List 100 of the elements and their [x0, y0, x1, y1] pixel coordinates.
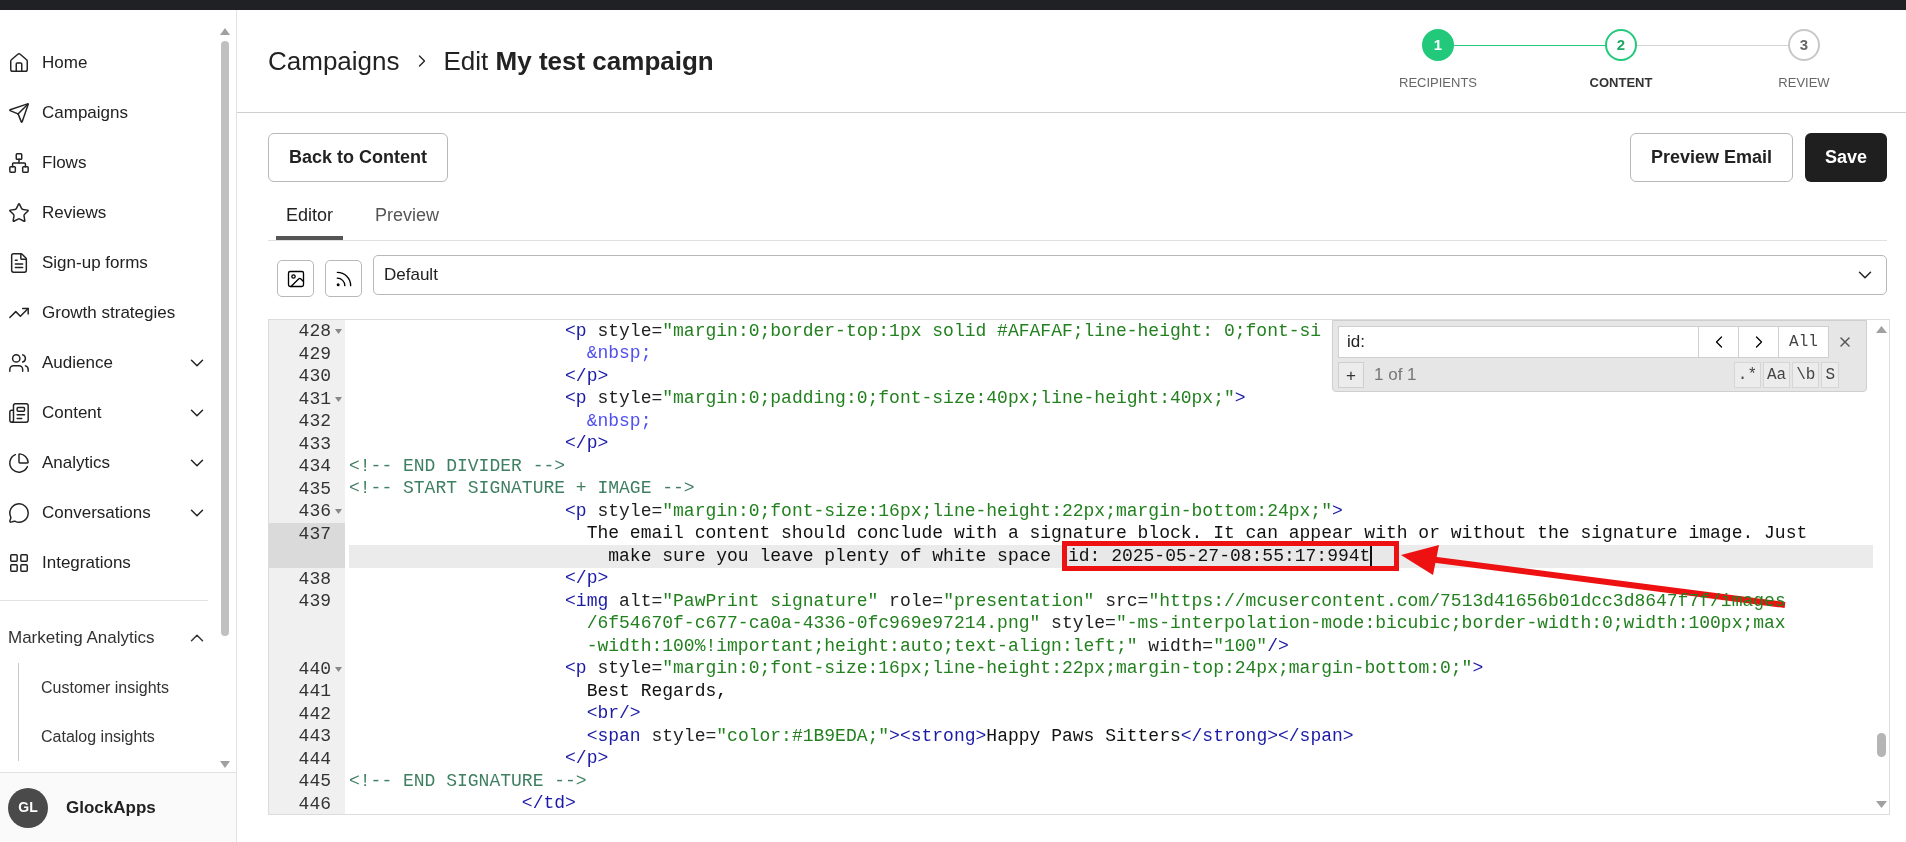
sidebar-subitem[interactable]: Customer insights: [19, 663, 218, 712]
scroll-up-icon[interactable]: [1875, 326, 1887, 333]
preview-email-button[interactable]: Preview Email: [1629, 133, 1793, 182]
sidebar-item[interactable]: Reviews: [0, 188, 218, 238]
sidebar-item[interactable]: Flows: [0, 138, 218, 188]
editor-tab[interactable]: Editor: [276, 202, 344, 240]
code-line: </p>: [564, 567, 609, 591]
image-button[interactable]: [277, 260, 314, 297]
line-number: 435: [297, 477, 331, 500]
pie-chart-icon: [8, 452, 30, 474]
flow-chart-icon: [8, 152, 30, 174]
code-line: </p>: [564, 364, 609, 388]
people-icon: [8, 352, 30, 374]
breadcrumb-link[interactable]: Campaigns: [268, 41, 400, 81]
feed-button[interactable]: [325, 260, 362, 297]
line-number: 438: [297, 567, 331, 590]
code-line: <!-- END DIVIDER -->: [349, 454, 566, 478]
code-line: <!-- START SIGNATURE + IMAGE -->: [349, 477, 695, 501]
chat-icon: [8, 502, 30, 524]
line-number: 437: [297, 522, 331, 545]
form-icon: [8, 252, 30, 274]
editor-tab[interactable]: Preview: [365, 202, 450, 240]
page-title: Edit My test campaign: [443, 44, 714, 78]
code-line: </p>: [564, 432, 609, 456]
image-icon: [285, 268, 306, 289]
line-number: 444: [297, 747, 331, 770]
sidebar-item[interactable]: Conversations: [0, 488, 218, 538]
fold-icon[interactable]: [335, 329, 342, 334]
code-line: </p>: [564, 747, 609, 771]
line-number: 442: [297, 702, 331, 725]
code-line: <span style="color:#1B9EDA;"><strong>Happy Paws Sitters</strong></span>: [585, 724, 1354, 748]
scroll-up-icon[interactable]: [220, 28, 230, 35]
search-option-button[interactable]: \b: [1792, 362, 1820, 388]
sidebar-item[interactable]: Home: [0, 38, 218, 88]
find-field[interactable]: id: All: [1338, 326, 1829, 358]
step-label: CONTENT: [1589, 74, 1653, 93]
sidebar-item[interactable]: Integrations: [0, 538, 218, 588]
line-number: 436: [297, 500, 331, 523]
code-line: <p style="margin:0;padding:0;font-size:40px;line-height:40px;">: [564, 387, 1246, 411]
code-line: </td>: [520, 792, 576, 814]
sidebar-subitem[interactable]: Catalog insights: [19, 712, 218, 761]
send-icon: [8, 102, 30, 124]
add-button[interactable]: +: [1338, 362, 1364, 388]
line-number: 440: [297, 657, 331, 680]
code-line: &nbsp;: [585, 409, 652, 433]
line-number: 429: [297, 342, 331, 365]
grid-icon: [8, 552, 30, 574]
line-number: 430: [297, 365, 331, 388]
scroll-down-icon[interactable]: [1875, 801, 1887, 808]
line-number: 432: [297, 410, 331, 433]
close-icon[interactable]: [1837, 334, 1853, 350]
home-icon: [8, 52, 30, 74]
search-match-text: id: 2025-05-27-08:55:17:994t: [1067, 544, 1371, 568]
code-line: Best Regards,: [585, 679, 728, 703]
scrollbar-thumb[interactable]: [1876, 733, 1886, 757]
code-line: /6f54670f-c677-ca0a-4336-0fc969e97214.png" style="-ms-interpolation-mode:bicubic;border-width:0;width:100px;max: [585, 612, 1786, 636]
save-button[interactable]: Save: [1804, 133, 1887, 182]
account-name: GlockApps: [66, 796, 156, 819]
sidebar-item[interactable]: Growth strategies: [0, 288, 218, 338]
code-line: The email content should conclude with a signature block. It can appear with or without the signature image. Just: [585, 522, 1808, 546]
code-line: -width:100%!important;height:auto;text-align:left;" width="100"/>: [585, 634, 1289, 658]
fold-icon[interactable]: [335, 666, 342, 672]
search-option-button[interactable]: .*: [1733, 362, 1761, 388]
code-line: make sure you leave plenty of white space: [607, 544, 1053, 568]
search-option-button[interactable]: S: [1821, 362, 1839, 388]
sidebar-section-header[interactable]: Marketing Analytics: [0, 613, 218, 663]
star-icon: [8, 202, 30, 224]
sidebar-item[interactable]: Content: [0, 388, 218, 438]
code-line: <br/>: [585, 702, 641, 726]
line-number: 446: [297, 792, 331, 814]
code-line: <p style="margin:0;border-top:1px solid #AFAFAF;line-height: 0;font-si: [564, 320, 1322, 343]
step-label: RECIPIENTS: [1399, 74, 1477, 93]
code-line: <p style="margin:0;font-size:16px;line-height:22px;margin-top:24px;margin-bottom:0;">: [564, 657, 1484, 681]
step-label: REVIEW: [1778, 74, 1830, 93]
line-number: 434: [297, 455, 331, 478]
fold-icon[interactable]: [335, 509, 342, 514]
line-number: 428: [297, 320, 331, 343]
fold-icon[interactable]: [335, 396, 342, 402]
scroll-down-icon[interactable]: [220, 761, 230, 768]
avatar[interactable]: GL: [8, 787, 48, 828]
sidebar-item[interactable]: Audience: [0, 338, 218, 388]
line-number: 439: [297, 590, 331, 613]
search-option-button[interactable]: Aa: [1763, 362, 1791, 388]
line-number: 445: [297, 770, 331, 793]
code-line: <!-- END SIGNATURE -->: [349, 769, 587, 793]
scrollbar-thumb[interactable]: [221, 41, 229, 636]
line-number: 433: [297, 432, 331, 455]
text-cursor: [1370, 546, 1372, 567]
line-number: 431: [297, 387, 331, 410]
match-count: 1 of 1: [1374, 364, 1418, 387]
template-select[interactable]: Default: [373, 254, 1887, 295]
line-number: 443: [297, 725, 331, 748]
newspaper-icon: [8, 402, 30, 424]
back-button[interactable]: Back to Content: [268, 133, 448, 182]
code-line: <p style="margin:0;font-size:16px;line-height:22px;margin-bottom:24px;">: [564, 499, 1343, 523]
code-line: &nbsp;: [585, 342, 652, 366]
sidebar-item[interactable]: Campaigns: [0, 88, 218, 138]
line-number: 441: [297, 680, 331, 703]
sidebar-item[interactable]: Sign-up forms: [0, 238, 218, 288]
sidebar-item[interactable]: Analytics: [0, 438, 218, 488]
